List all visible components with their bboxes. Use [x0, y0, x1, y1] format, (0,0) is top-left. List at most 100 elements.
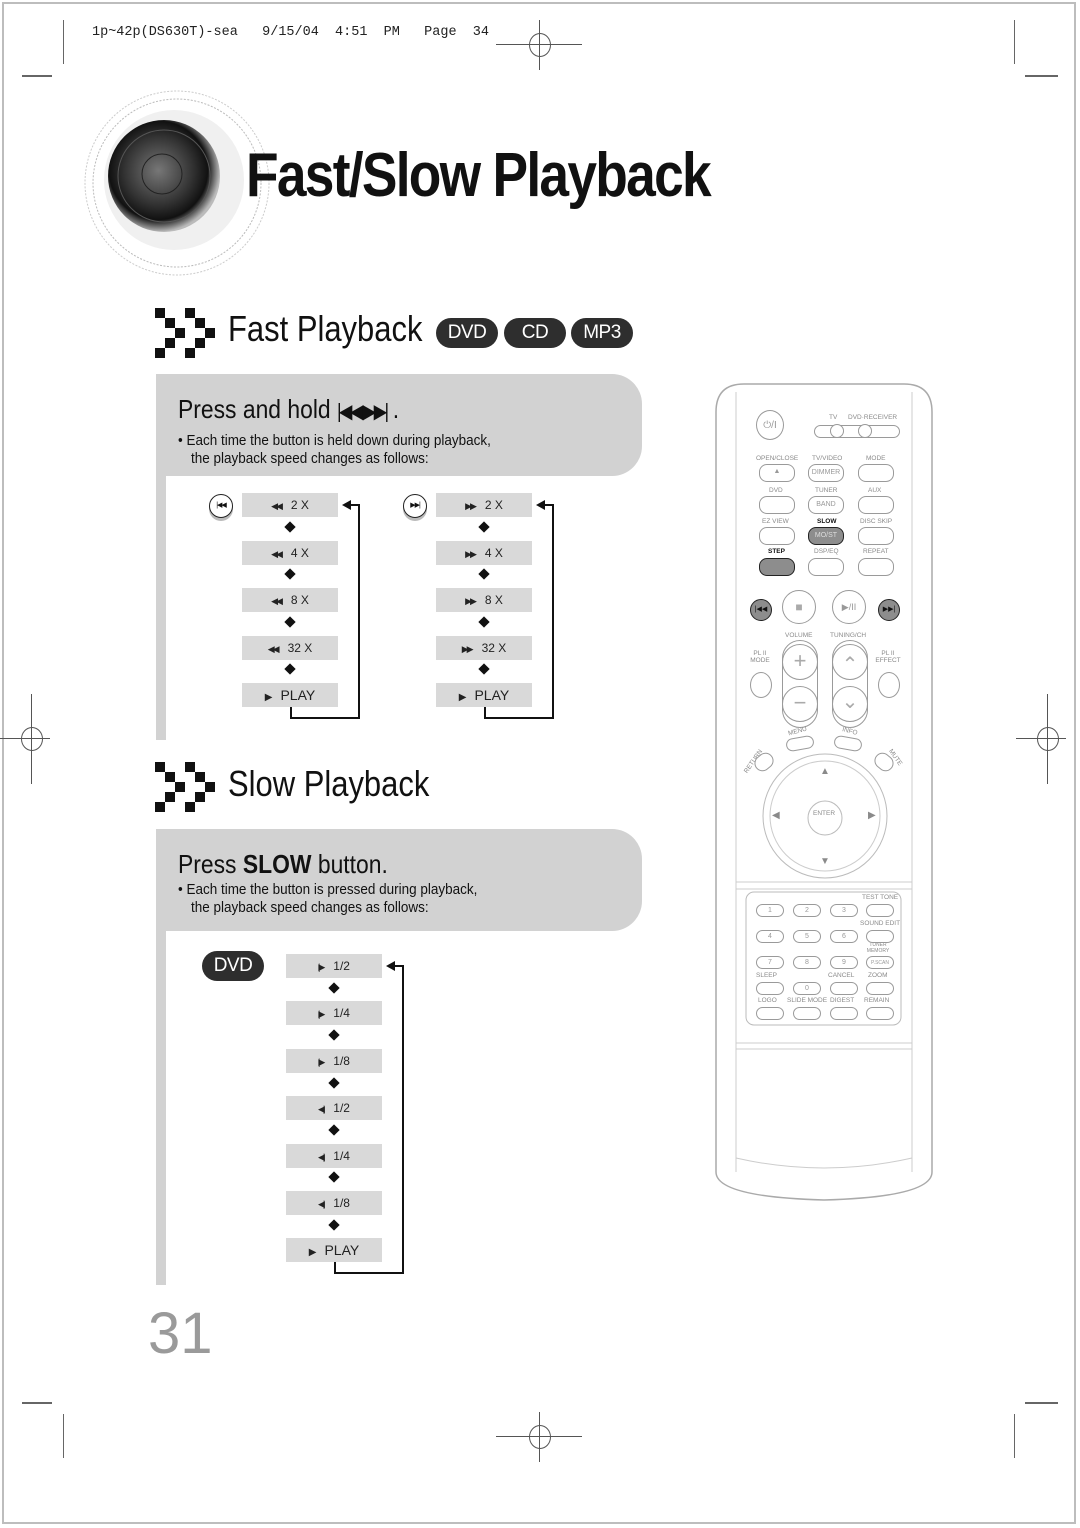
speed-label: 1/2	[333, 959, 350, 973]
speed-step: ◀| 1/4	[286, 1143, 382, 1168]
pscan-button[interactable]: P.SCAN	[866, 956, 894, 969]
aux-button[interactable]	[858, 496, 894, 514]
repeat-button[interactable]	[858, 558, 894, 576]
crop-mark	[22, 75, 52, 77]
nav-up-button[interactable]: ▲	[820, 766, 830, 777]
crop-mark	[1025, 75, 1058, 77]
slow-label: SLOW	[817, 518, 837, 525]
pl2-mode-button[interactable]	[750, 672, 772, 698]
speed-step: ▶▶ 8 X	[436, 588, 532, 612]
mode-label: MODE	[866, 455, 886, 462]
logo-button[interactable]	[756, 1007, 784, 1020]
stop-button[interactable]: ■	[782, 590, 816, 624]
zoom-button[interactable]	[866, 982, 894, 995]
tv-video-label: TV/VIDEO	[812, 455, 843, 462]
speed-symbol-icon: ◀◀	[267, 643, 280, 654]
speed-label: 4 X	[484, 545, 503, 560]
slide-mode-button[interactable]	[793, 1007, 821, 1020]
tv-label: TV	[829, 414, 838, 421]
digit-button[interactable]: 0	[793, 982, 821, 995]
pl2-effect-button[interactable]	[878, 672, 900, 698]
play-pause-button[interactable]: ▶/II	[832, 590, 866, 624]
speed-step: ◀◀ 32 X	[242, 635, 338, 660]
tuning-up-button[interactable]: ⌃	[832, 644, 868, 680]
page-title: Fast/Slow Playback	[246, 141, 712, 210]
registration-mark	[1016, 694, 1066, 784]
slow-button[interactable]: MO/ST	[808, 527, 844, 545]
disc-skip-label: DISC SKIP	[860, 518, 893, 525]
digit-button[interactable]: 5	[793, 930, 821, 943]
digit-button[interactable]: 4	[756, 930, 784, 943]
speed-symbol-icon: ▶	[458, 692, 467, 703]
dsp-eq-button[interactable]	[808, 558, 844, 576]
ez-view-button[interactable]	[759, 527, 795, 545]
step-button[interactable]	[759, 558, 795, 576]
prev-button[interactable]: |◀◀	[750, 599, 772, 621]
dvd-button[interactable]	[759, 496, 795, 514]
speed-label: 2 X	[290, 498, 309, 512]
sound-edit-button[interactable]	[866, 930, 894, 943]
section-bullet-icon	[155, 762, 217, 812]
speed-label: 1/4	[333, 1148, 350, 1163]
digit-button[interactable]: 2	[793, 904, 821, 917]
tuner-label: TUNER	[815, 487, 838, 494]
speed-step: ▶ PLAY	[436, 683, 532, 707]
crop-mark	[1025, 1402, 1058, 1404]
pl2-effect-label: PL II EFFECT	[875, 650, 901, 664]
digit-button[interactable]: 6	[830, 930, 858, 943]
power-button[interactable]: ⏻/I	[756, 410, 784, 440]
speed-symbol-icon: ◀|	[318, 1104, 325, 1115]
open-close-button[interactable]: ▲	[759, 464, 795, 482]
digest-button[interactable]	[830, 1007, 858, 1020]
next-button[interactable]: ▶▶|	[878, 599, 900, 621]
volume-down-button[interactable]: −	[782, 686, 818, 722]
speed-step: ▶ PLAY	[286, 1238, 382, 1263]
band-button[interactable]: BAND	[808, 496, 844, 514]
open-close-label: OPEN/CLOSE	[756, 455, 799, 462]
speed-symbol-icon: |▶	[318, 1056, 325, 1067]
skip-forward-button-icon: ▶▶|	[403, 494, 427, 518]
slide-mode-label: SLIDE MODE	[787, 997, 828, 1004]
slow-bullet: • Each time the button is pressed during…	[178, 882, 478, 898]
page-number: 31	[148, 1301, 213, 1366]
nav-down-button[interactable]: ▼	[820, 856, 830, 867]
nav-left-button[interactable]: ◀	[772, 810, 780, 821]
digit-button[interactable]: 3	[830, 904, 858, 917]
cancel-button[interactable]	[830, 982, 858, 995]
speed-step: ◀◀ 4 X	[242, 540, 338, 565]
mode-button[interactable]	[858, 464, 894, 482]
speed-symbol-icon: ▶▶	[465, 501, 477, 511]
registration-mark	[0, 694, 50, 784]
volume-up-button[interactable]: +	[782, 644, 818, 680]
test-tone-button[interactable]	[866, 904, 894, 917]
speed-label: 1/8	[333, 1196, 350, 1210]
speed-label: PLAY	[280, 687, 316, 703]
digit-button[interactable]: 9	[830, 956, 858, 969]
digit-button[interactable]: 1	[756, 904, 784, 917]
sleep-button[interactable]	[756, 982, 784, 995]
dvd-receiver-button[interactable]	[858, 424, 872, 438]
loop-line	[334, 1272, 404, 1275]
slow-bullet-line2: the playback speed changes as follows:	[191, 900, 429, 916]
digit-button[interactable]: 8	[793, 956, 821, 969]
tuning-down-button[interactable]: ⌄	[832, 686, 868, 722]
tv-button[interactable]	[830, 424, 844, 438]
digit-button[interactable]: 7	[756, 956, 784, 969]
speaker-icon	[84, 90, 270, 276]
remain-button[interactable]	[866, 1007, 894, 1020]
speed-label: 32 X	[287, 640, 313, 655]
registration-mark	[496, 1412, 582, 1462]
dvd-receiver-label: DVD·RECEIVER	[848, 414, 898, 421]
speed-step: ▶▶ 2 X	[436, 493, 532, 517]
tuner-memory-label: TUNER MEMORY	[866, 942, 890, 954]
disc-skip-button[interactable]	[858, 527, 894, 545]
dimmer-button[interactable]: DIMMER	[808, 464, 844, 482]
dvd-badge: DVD	[202, 951, 264, 981]
speed-symbol-icon: ▶▶	[465, 548, 477, 559]
speed-step: |▶ 1/2	[286, 954, 382, 978]
digest-label: DIGEST	[830, 997, 855, 1004]
nav-right-button[interactable]: ▶	[868, 810, 876, 821]
fast-playback-heading: Fast Playback	[228, 308, 423, 349]
enter-button[interactable]: ENTER	[813, 810, 835, 817]
loop-line	[402, 965, 404, 1275]
